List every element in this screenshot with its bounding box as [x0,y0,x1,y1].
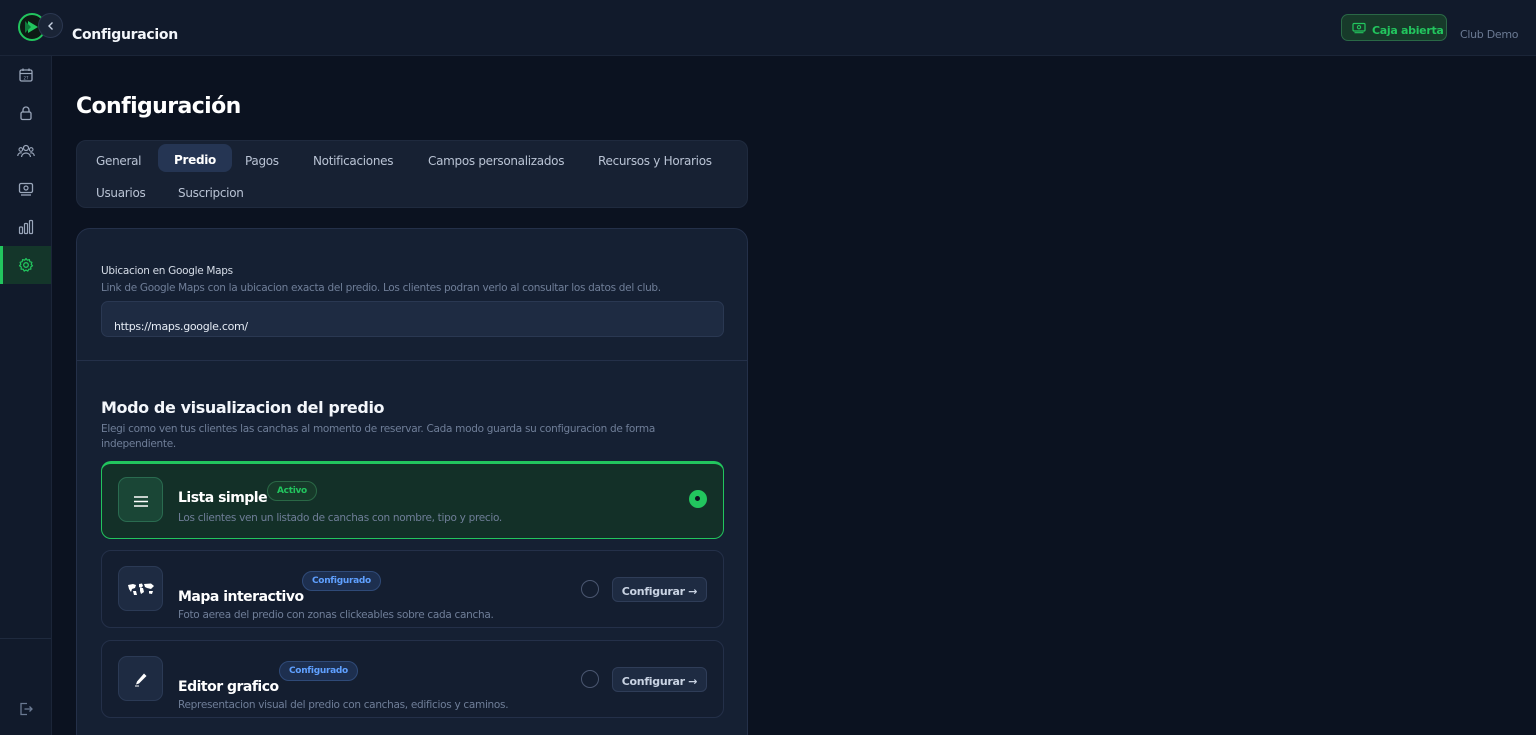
configured-badge: Configurado [302,571,381,591]
app-title: Configuracion [72,27,178,43]
option-radio[interactable] [581,580,599,598]
section-divider [77,360,747,361]
option-description: Foto aerea del predio con zonas clickeab… [178,609,494,621]
tab-campos-personalizados[interactable]: Campos personalizados [412,145,580,173]
configure-editor-button[interactable]: Configurar → [612,667,707,692]
chevron-left-icon [47,21,53,30]
sidebar-item-reports[interactable] [0,208,51,246]
option-radio-selected[interactable] [689,490,707,508]
option-description: Los clientes ven un listado de canchas c… [178,512,502,524]
cash-register-icon [18,182,33,196]
option-description: Representacion visual del predio con can… [178,699,509,711]
collapse-sidebar-button[interactable] [38,13,63,38]
sidebar-item-calendar[interactable]: 27 [0,56,51,94]
sidebar-item-cash-register[interactable] [0,170,51,208]
sidebar-item-logout[interactable] [0,690,51,728]
option-title: Editor grafico [178,679,279,695]
option-radio[interactable] [581,670,599,688]
calendar-icon: 27 [18,68,33,82]
lock-icon [19,106,32,121]
display-mode-title: Modo de visualizacion del predio [101,398,385,417]
sidebar-divider [0,638,51,639]
option-editor-grafico[interactable]: Editor grafico Configurado Representacio… [101,640,724,718]
tab-notificaciones[interactable]: Notificaciones [297,145,409,173]
display-mode-description: Elegi como ven tus clientes las canchas … [101,423,655,450]
pencil-icon-box [118,656,163,701]
pencil-icon [134,673,146,686]
world-map-icon [127,583,154,595]
tab-usuarios[interactable]: Usuarios [80,177,161,205]
tab-pagos[interactable]: Pagos [229,145,295,173]
option-lista-simple[interactable]: Lista simple Activo Los clientes ven un … [101,461,724,539]
tab-suscripcion[interactable]: Suscripcion [162,177,260,205]
maps-field-help: Link de Google Maps con la ubicacion exa… [101,282,661,294]
tab-recursos-horarios[interactable]: Recursos y Horarios [582,145,728,173]
svg-text:27: 27 [23,76,29,81]
configure-map-button[interactable]: Configurar → [612,577,707,602]
caja-status-label: Caja abierta [1372,23,1444,37]
list-icon-box [118,477,163,522]
active-badge: Activo [267,481,317,501]
tab-general[interactable]: General [80,145,157,173]
bar-chart-icon [18,219,33,235]
world-map-icon-box [118,566,163,611]
top-bar: Configuracion Caja abierta Club Demo [0,0,1536,56]
maps-field-label: Ubicacion en Google Maps [101,265,233,277]
configured-badge: Configurado [279,661,358,681]
sidebar-item-users[interactable] [0,132,51,170]
cash-icon [1352,22,1366,33]
users-icon [16,144,35,158]
maps-url-value: https://maps.google.com/ [114,320,248,333]
settings-tabs: General Predio Pagos Notificaciones Camp… [76,140,748,208]
sidebar-item-settings[interactable] [0,246,51,284]
logout-icon [19,702,33,716]
club-name[interactable]: Club Demo [1460,28,1518,41]
option-title: Lista simple [178,490,268,506]
tab-predio[interactable]: Predio [158,144,232,172]
list-icon [133,495,148,507]
predio-settings-card: Ubicacion en Google Maps Link de Google … [76,228,748,735]
sidebar-item-lock[interactable] [0,94,51,132]
caja-abierta-button[interactable]: Caja abierta [1341,14,1447,41]
option-title: Mapa interactivo [178,589,304,605]
maps-url-input[interactable]: https://maps.google.com/ [101,301,724,337]
gear-icon [18,257,33,272]
sidebar: 27 [0,56,52,735]
page-title: Configuración [76,94,241,119]
option-mapa-interactivo[interactable]: Mapa interactivo Configurado Foto aerea … [101,550,724,628]
